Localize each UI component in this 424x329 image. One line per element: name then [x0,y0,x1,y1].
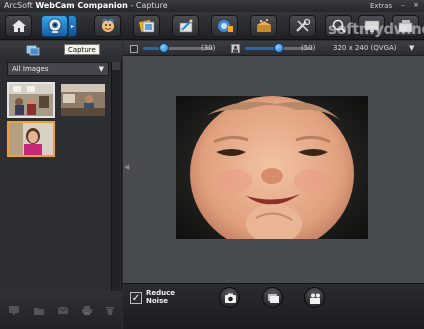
capture-tooltip: Capture [64,44,100,55]
magic-box-button[interactable] [250,15,277,37]
contrast-slider-knob[interactable] [274,43,284,53]
face-effects-button[interactable] [94,15,121,37]
brightness-checkbox[interactable] [130,45,138,53]
window-title: ArcSoft WebCam Companion - Capture [4,0,168,12]
brand-name: ArcSoft [4,1,33,10]
reduce-noise-label-line1: Reduce [146,289,176,297]
thumbnail-scrollbar[interactable] [111,62,120,313]
frames-icon [139,19,155,33]
contrast-value: (50) [301,44,316,52]
chevron-down-icon[interactable]: ▼ [409,41,414,56]
burst-photos-icon [268,294,279,303]
take-photo-button[interactable] [219,287,240,308]
resolution-label[interactable]: 320 x 240 (QVGA) [333,41,397,56]
open-folder-icon[interactable] [33,305,45,316]
title-bar: ArcSoft WebCam Companion - Capture Extra… [0,0,424,12]
chevron-down-icon: ▼ [98,65,104,73]
frames-button[interactable] [133,15,160,37]
tools-settings-icon [296,18,311,32]
left-panel-actions [0,291,122,329]
face-effects-icon [101,18,115,32]
reduce-noise-label-line2: Noise [146,297,168,305]
burst-capture-button[interactable] [262,287,283,308]
mode-title: - Capture [130,1,168,10]
thumbnail-classroom-2[interactable] [59,82,107,118]
collapse-panel-arrow-icon[interactable]: ◀ [124,163,129,171]
thumbnail-classroom-1[interactable] [7,82,55,118]
webcam-preview-frame [176,96,368,239]
brightness-value: (30) [201,44,216,52]
app-name: WebCam Companion [35,1,128,10]
preview-area: (30) (50) 320 x 240 (QVGA) ▼ ◀ [123,41,424,283]
image-filter-dropdown[interactable]: All Images ▼ [7,62,109,76]
home-icon [12,20,26,32]
contrast-icon [231,44,240,53]
monitor-surveillance-icon [218,20,233,32]
video-camera-icon [310,293,320,304]
app-window: ArcSoft WebCam Companion - Capture Extra… [0,0,424,329]
home-button[interactable] [5,15,32,37]
magic-box-icon [257,19,271,32]
close-button[interactable]: × [411,1,421,10]
brightness-slider-knob[interactable] [159,43,169,53]
webcam-preview-image [176,96,368,239]
capture-button[interactable] [41,15,68,37]
edit-wand-icon [179,19,193,33]
tools-button[interactable] [289,15,316,37]
filter-label: All Images [12,65,49,73]
slideshow-icon[interactable] [8,305,20,316]
gallery-icon[interactable] [26,44,40,56]
thumbnail-woman[interactable] [7,121,55,157]
capture-mode-dropdown[interactable]: ▸ [68,15,77,37]
video-settings-bar: (30) (50) 320 x 240 (QVGA) ▼ [123,41,424,56]
edit-button[interactable] [172,15,199,37]
left-panel-header [0,41,122,60]
record-video-button[interactable] [304,287,325,308]
camera-icon [225,293,236,303]
print-icon[interactable] [81,305,93,316]
left-panel: All Images ▼ [0,41,122,329]
minimize-button[interactable]: – [398,1,408,10]
watermark-text: softmydw.net [328,20,424,38]
delete-icon[interactable] [104,305,116,316]
capture-controls-bar: ✓ Reduce Noise [123,283,424,329]
monitor-button[interactable] [211,15,238,37]
scroll-up-button[interactable] [112,62,120,70]
main-toolbar: ▸ softmydw.n [0,12,424,40]
extras-menu[interactable]: Extras [370,0,392,12]
email-icon[interactable] [57,305,69,316]
reduce-noise-label: Reduce Noise [146,289,186,305]
reduce-noise-checkbox[interactable]: ✓ [130,292,142,304]
capture-webcam-icon [48,18,62,33]
